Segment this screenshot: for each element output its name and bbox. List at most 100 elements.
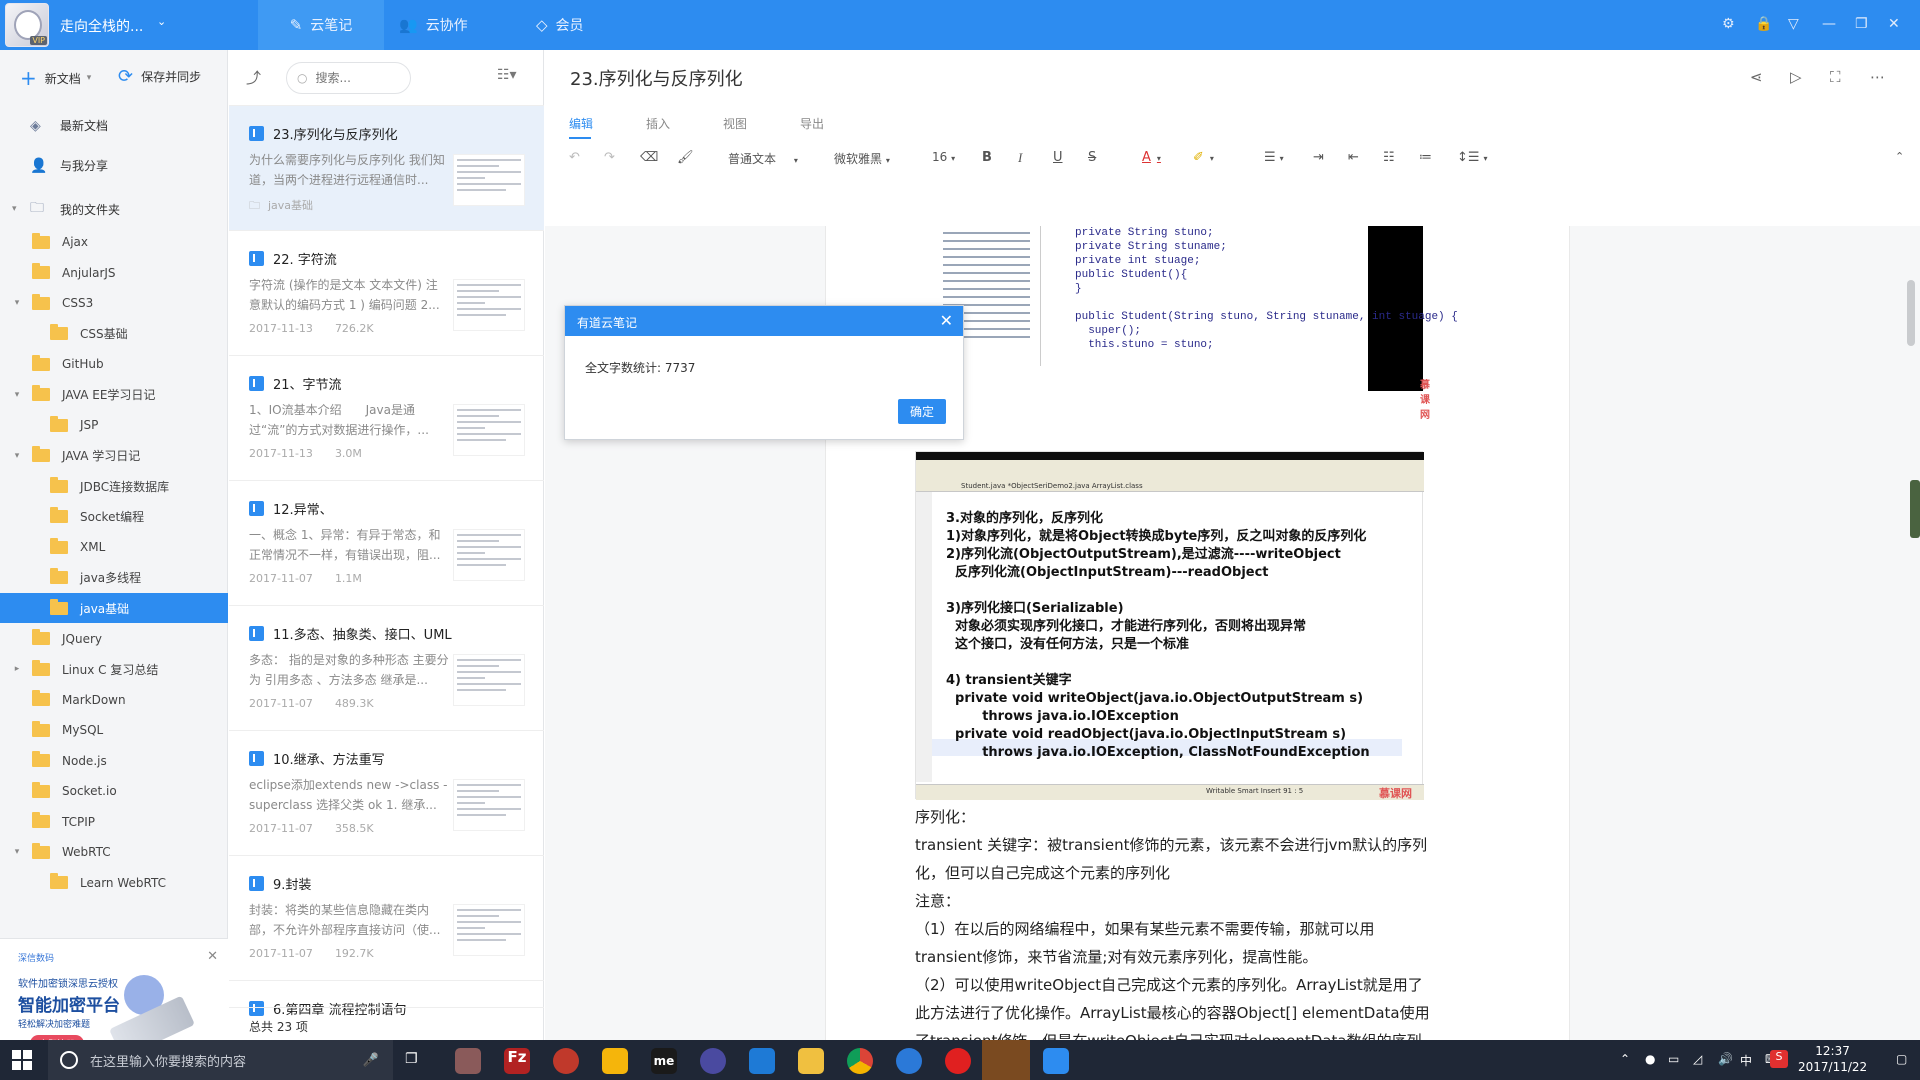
document-paragraph[interactable]: （1）在以后的网络编程中，如果有某些元素不需要传输，那就可以用transient… [915,915,1430,971]
indent-icon[interactable]: ⇥ [1313,150,1324,165]
paragraph-style-select[interactable]: 普通文本 ▾ [728,150,798,167]
folder-item[interactable]: Socket编程 [0,502,228,532]
folder-item[interactable]: java多线程 [0,563,228,593]
expand-arrow-icon[interactable]: ▾ [10,390,24,400]
notes-screenshot-image[interactable]: Student.java *ObjectSeriDemo2.java Array… [915,451,1424,800]
undo-icon[interactable]: ↶ [569,150,580,165]
eraser-icon[interactable]: ⌫ [640,150,658,165]
side-handle[interactable] [1910,480,1920,538]
folder-item[interactable]: ▾ WebRTC [0,837,228,867]
ime-indicator[interactable]: 中 [1740,1052,1752,1069]
app-me-icon[interactable]: me [651,1048,677,1074]
username[interactable]: 走向全栈的... [60,16,143,36]
menu-view[interactable]: 视图 [723,115,747,132]
settings-icon[interactable]: ⚙ [1722,16,1735,32]
chevron-down-icon[interactable]: ⌄ [157,15,166,28]
folder-item[interactable]: TCPIP [0,807,228,837]
highlight-icon[interactable]: ✐ ▾ [1193,150,1214,165]
menu-export[interactable]: 导出 [800,115,824,132]
numbered-list-icon[interactable]: ≔ [1419,150,1432,165]
note-item[interactable]: 12.异常、 一、概念 1、异常：有异于常态，和正常情况不一样，有错误出现，阻..… [229,481,544,606]
expand-arrow-icon[interactable]: ▾ [10,451,24,461]
menu-edit[interactable]: 编辑 [569,115,593,139]
folder-item[interactable]: ▾ JAVA 学习日记 [0,441,228,471]
document-body[interactable]: 序列化： transient 关键字：被transient修饰的元素，该元素不会进… [915,803,1430,1040]
folder-item[interactable]: Socket.io [0,776,228,806]
expand-arrow-icon[interactable]: ▾ [10,847,24,857]
volume-icon[interactable]: 🔊 [1718,1052,1733,1066]
document-paragraph[interactable]: 序列化： [915,803,1430,831]
document-title[interactable]: 23.序列化与反序列化 [570,65,743,91]
font-size-select[interactable]: 16 ▾ [932,150,955,164]
ok-button[interactable]: 确定 [898,399,946,424]
notifications-icon[interactable]: ▢ [1896,1052,1907,1066]
netease-music-icon[interactable] [945,1048,971,1074]
search-input[interactable] [315,71,396,85]
folder-item[interactable]: MySQL [0,715,228,745]
expand-arrow-icon[interactable]: ▾ [10,298,24,308]
sidebar-item-my-folders[interactable]: ▾ 🗀 我的文件夹 [12,197,120,221]
bullet-list-icon[interactable]: ☷ [1383,150,1395,165]
file-explorer-icon[interactable] [798,1048,824,1074]
view-mode-icon[interactable]: ☷▾ [497,67,517,83]
app-snipaste-icon[interactable] [455,1048,481,1074]
font-family-select[interactable]: 微软雅黑 ▾ [834,150,890,167]
folder-item[interactable]: JDBC连接数据库 [0,471,228,501]
restore-icon[interactable]: ❐ [1855,16,1868,32]
folder-item[interactable]: XML [0,532,228,562]
app-red-icon[interactable] [553,1048,579,1074]
microphone-icon[interactable]: 🎤 [363,1053,379,1068]
minimize-icon[interactable]: — [1822,16,1836,32]
share-icon[interactable]: ⋖ [1750,68,1763,86]
scrollbar-thumb[interactable] [1907,280,1915,346]
filezilla-icon[interactable]: Fz [504,1048,530,1074]
expand-arrow-icon[interactable]: ▸ [10,664,24,674]
font-color-icon[interactable]: A ▾ [1142,150,1161,165]
chrome-icon[interactable] [847,1048,873,1074]
youdao-note-icon[interactable] [1043,1048,1069,1074]
search-box[interactable]: ○ [286,62,411,94]
tray-app-icon[interactable]: ● [1645,1052,1655,1066]
folder-item[interactable]: Ajax [0,227,228,257]
battery-icon[interactable]: ▭ [1668,1052,1679,1066]
lock-icon[interactable]: 🔒 [1755,16,1772,32]
tab-collaboration[interactable]: 👥 云协作 [399,0,468,50]
document-paragraph[interactable]: transient 关键字：被transient修饰的元素，该元素不会进行jvm… [915,831,1430,887]
note-item[interactable]: 22. 字符流 字符流 (操作的是文本 文本文件) 注意默认的编码方式 1 ) 编… [229,231,544,356]
app-circle-icon[interactable] [700,1048,726,1074]
folder-item[interactable]: GitHub [0,349,228,379]
sidebar-item-shared[interactable]: 👤 与我分享 [30,157,108,174]
folder-item[interactable]: ▸ Linux C 复习总结 [0,654,228,684]
collapse-toolbar-icon[interactable]: ⌃ [1895,150,1904,163]
folder-item[interactable]: Learn WebRTC [0,868,228,898]
tab-cloud-note[interactable]: ✎ 云笔记 [258,0,384,50]
close-icon[interactable]: ✕ [1888,16,1900,32]
network-icon[interactable]: ◿ [1693,1052,1702,1066]
italic-icon[interactable]: I [1018,150,1022,166]
save-sync-button[interactable]: ⟳ 保存并同步 [118,66,201,87]
align-icon[interactable]: ☰ ▾ [1264,150,1284,165]
app-active-icon[interactable] [982,1040,1030,1080]
redo-icon[interactable]: ↷ [604,150,615,165]
present-icon[interactable]: ▷ [1790,68,1802,86]
dropdown-icon[interactable]: ▽ [1788,16,1799,32]
folder-item[interactable]: JSP [0,410,228,440]
tab-membership[interactable]: ◇ 会员 [536,0,584,50]
vscode-icon[interactable] [749,1048,775,1074]
folder-item[interactable]: ▾ CSS3 [0,288,228,318]
document-paragraph[interactable]: 注意： [915,887,1430,915]
taskbar-search[interactable]: 在这里输入你要搜索的内容 🎤 [48,1040,393,1080]
clock[interactable]: 12:37 2017/11/22 [1798,1043,1867,1075]
folder-item[interactable]: MarkDown [0,685,228,715]
folder-item[interactable]: Node.js [0,746,228,776]
sidebar-item-recent[interactable]: ◈ 最新文档 [30,117,108,134]
code-screenshot-image[interactable]: private String stuno; private String stu… [915,226,1458,421]
strikethrough-icon[interactable]: S [1088,150,1096,165]
app-blue-icon[interactable] [896,1048,922,1074]
note-item[interactable]: 23.序列化与反序列化 为什么需要序列化与反序列化 我们知道，当两个进程进行远程通… [229,106,544,231]
task-view-icon[interactable]: ❐ [405,1051,418,1067]
up-level-icon[interactable]: ⤴ [246,67,261,88]
folder-item[interactable]: JQuery [0,624,228,654]
note-item[interactable]: 11.多态、抽象类、接口、UML 多态： 指的是对象的多种形态 主要分为 引用多态… [229,606,544,731]
menu-insert[interactable]: 插入 [646,115,670,132]
